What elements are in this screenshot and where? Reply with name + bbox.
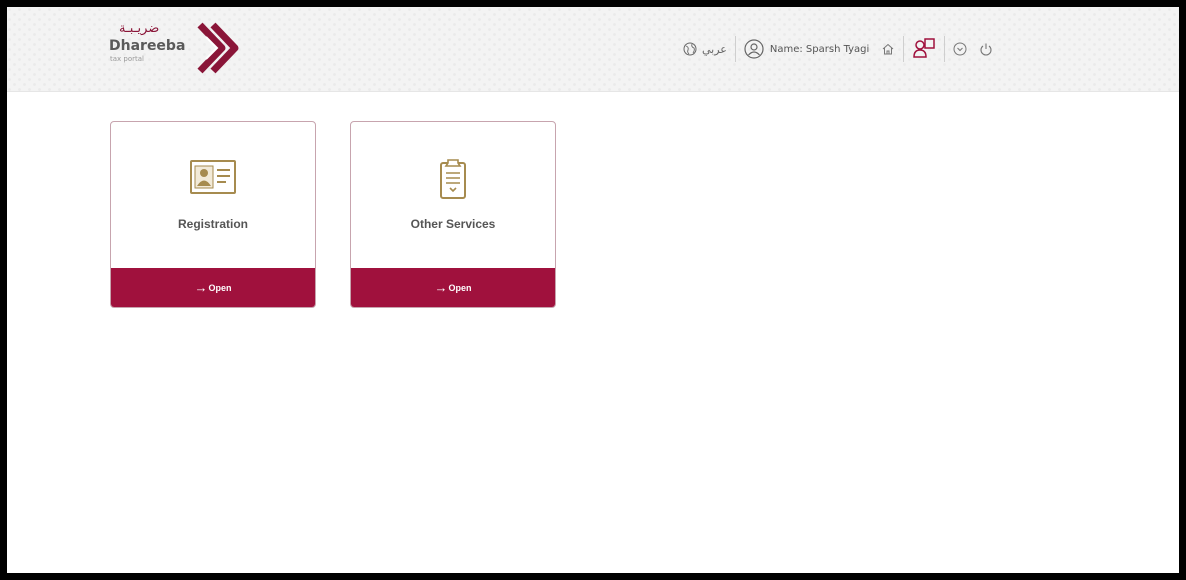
- open-label: Open: [448, 282, 472, 293]
- logo-brand-name: Dhareeba: [109, 38, 186, 54]
- user-name-label: Name: Sparsh Tyagi: [769, 43, 870, 55]
- id-card-icon: [190, 160, 236, 198]
- header-toolbar: عربي Name: Sparsh Tyagi: [683, 36, 993, 62]
- card-body: Registration: [111, 122, 315, 270]
- other-services-open-button[interactable]: → Open: [351, 268, 555, 307]
- toolbar-divider: [734, 36, 736, 62]
- logo-arabic-text: ضريـبـة: [119, 21, 160, 36]
- globe-icon[interactable]: [683, 42, 697, 56]
- arrow-right-icon: →: [194, 280, 208, 295]
- registration-card[interactable]: Registration → Open: [110, 121, 316, 308]
- chevron-down-circle-icon[interactable]: [953, 42, 967, 56]
- card-body: Other Services: [351, 122, 555, 270]
- clipboard-icon: [439, 158, 467, 204]
- dhareeba-logo[interactable]: ضريـبـة Dhareeba tax portal: [107, 19, 267, 79]
- arrow-right-icon: →: [434, 280, 448, 295]
- open-label: Open: [208, 282, 232, 293]
- user-circle-icon: [744, 39, 764, 59]
- toolbar-divider: [944, 36, 946, 62]
- logo-mark-icon: [197, 22, 239, 74]
- card-title: Registration: [177, 217, 248, 231]
- power-icon[interactable]: [979, 42, 993, 56]
- language-switch-link[interactable]: عربي: [702, 43, 727, 56]
- app-window: ضريـبـة Dhareeba tax portal عربي Name: S…: [7, 7, 1179, 573]
- other-services-card[interactable]: Other Services → Open: [350, 121, 556, 308]
- switch-user-icon[interactable]: [912, 37, 936, 61]
- logo-tagline: tax portal: [110, 55, 144, 63]
- registration-open-button[interactable]: → Open: [111, 268, 315, 307]
- home-icon[interactable]: [881, 42, 895, 56]
- card-title: Other Services: [410, 217, 496, 231]
- toolbar-divider: [903, 36, 905, 62]
- top-header: ضريـبـة Dhareeba tax portal عربي Name: S…: [7, 7, 1179, 92]
